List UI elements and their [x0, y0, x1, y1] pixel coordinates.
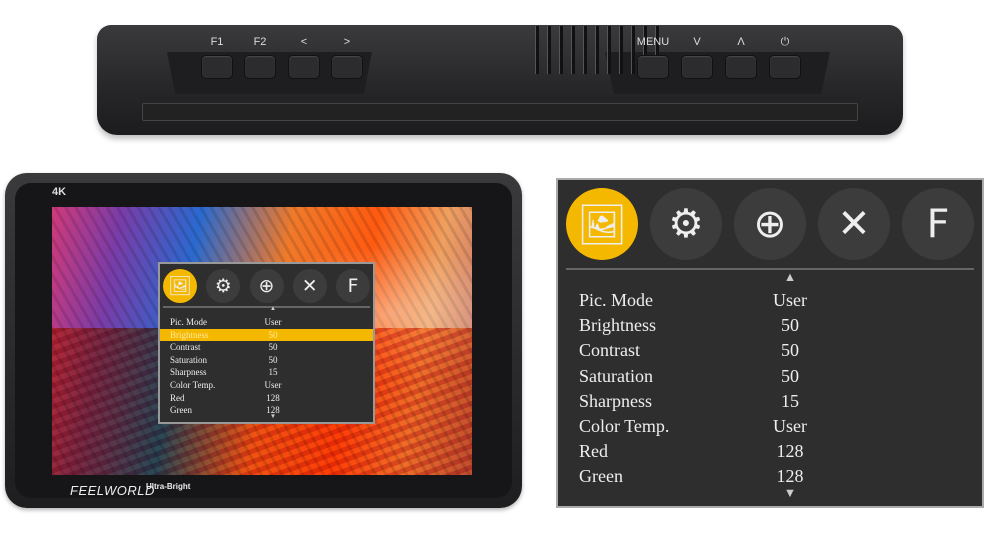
item-label: Contrast — [170, 342, 201, 353]
button-label: ⏻ — [780, 36, 790, 48]
menu-item[interactable]: Pic. Mode User — [160, 316, 373, 329]
button-label: MENU — [636, 36, 670, 48]
divider — [163, 306, 370, 308]
item-label: Green — [579, 466, 623, 487]
menu-item[interactable]: Contrast 50 — [558, 338, 982, 363]
hardware-button[interactable] — [725, 55, 757, 79]
menu-item[interactable]: Sharpness 15 — [160, 366, 373, 379]
menu-item[interactable]: Green 128 — [558, 464, 982, 489]
item-value: 50 — [268, 329, 278, 340]
item-label: Green — [170, 405, 192, 416]
item-value: 50 — [268, 354, 278, 365]
osd-menu-small: 🖼 ⚙ ⊕ ✕ F ▲ Pic. Mode User Brightness 50 Contrast 5… — [158, 262, 375, 424]
item-label: Brightness — [579, 315, 657, 336]
hardware-button[interactable] — [244, 55, 276, 79]
item-label: Brightness — [170, 329, 209, 340]
menu-item[interactable]: Saturation 50 — [160, 354, 373, 367]
hardware-button[interactable] — [769, 55, 801, 79]
item-label: Sharpness — [579, 390, 652, 411]
gears-icon[interactable]: ⚙ — [650, 188, 722, 260]
monitor-top-view: F1 F2 < > MENU V Λ ⏻ — [97, 25, 903, 135]
item-value: 50 — [268, 342, 278, 353]
zoom-icon[interactable]: ⊕ — [249, 269, 284, 303]
item-value: 15 — [268, 367, 278, 378]
button-label: F1 — [210, 36, 224, 48]
item-value: 50 — [781, 365, 799, 386]
button-label: F2 — [253, 36, 267, 48]
menu-item[interactable]: Saturation 50 — [558, 364, 982, 389]
item-label: Contrast — [579, 340, 640, 361]
function-icon[interactable]: F — [336, 269, 370, 303]
item-value: 128 — [266, 392, 280, 403]
brand-logo: FEELWORLD — [70, 483, 155, 498]
menu-item[interactable]: Color Temp. User — [558, 414, 982, 439]
tools-icon[interactable]: ✕ — [292, 269, 327, 303]
picture-icon[interactable]: 🖼 — [163, 269, 197, 303]
menu-item[interactable]: Red 128 — [558, 439, 982, 464]
menu-item[interactable]: Brightness 50 — [558, 313, 982, 338]
scroll-down-icon[interactable]: ▼ — [784, 486, 796, 501]
item-value: 50 — [781, 340, 799, 361]
button-label: V — [693, 36, 701, 48]
item-label: Color Temp. — [170, 380, 216, 390]
hardware-button[interactable] — [681, 55, 713, 79]
item-label: Saturation — [579, 365, 653, 386]
item-value: 128 — [776, 441, 804, 462]
button-label: Λ — [737, 36, 745, 48]
gears-icon[interactable]: ⚙ — [206, 269, 241, 303]
scroll-down-icon[interactable]: ▼ — [270, 413, 276, 420]
hardware-button[interactable] — [201, 55, 233, 79]
button-label: < — [300, 36, 308, 48]
hardware-button[interactable] — [288, 55, 320, 79]
item-value: User — [264, 317, 282, 327]
menu-item[interactable]: Pic. Mode User — [558, 288, 982, 313]
scroll-up-icon[interactable]: ▲ — [784, 270, 796, 285]
menu-item[interactable]: Green 128 — [160, 404, 373, 417]
menu-item[interactable]: Sharpness 15 — [558, 389, 982, 414]
osd-menu-large: 🖼 ⚙ ⊕ ✕ F ▲ Pic. Mode User Brightness 50 Contrast 5… — [556, 178, 984, 508]
bottom-lip — [142, 103, 858, 121]
item-value: 50 — [781, 315, 799, 336]
function-icon[interactable]: F — [902, 188, 974, 260]
item-value: User — [264, 380, 282, 390]
item-label: Color Temp. — [579, 416, 670, 436]
button-label: > — [343, 36, 351, 48]
item-label: Pic. Mode — [579, 290, 653, 310]
zoom-icon[interactable]: ⊕ — [734, 188, 806, 260]
menu-item[interactable]: Brightness 50 — [160, 328, 373, 342]
hardware-button[interactable] — [331, 55, 363, 79]
menu-item[interactable]: Red 128 — [160, 392, 373, 405]
item-label: Pic. Mode — [170, 317, 207, 327]
menu-item[interactable]: Color Temp. User — [160, 379, 373, 392]
scroll-up-icon[interactable]: ▲ — [270, 305, 276, 312]
item-label: Sharpness — [170, 367, 207, 378]
tools-icon[interactable]: ✕ — [818, 188, 890, 260]
item-value: User — [773, 416, 807, 436]
item-label: Saturation — [170, 354, 207, 365]
picture-icon[interactable]: 🖼 — [566, 188, 638, 260]
item-label: Red — [170, 392, 185, 403]
menu-item[interactable]: Contrast 50 — [160, 341, 373, 354]
item-value: User — [773, 290, 807, 310]
4k-label: 4K — [52, 186, 67, 198]
item-value: 15 — [781, 390, 799, 411]
tagline: Ultra-Bright — [146, 482, 191, 491]
hardware-button[interactable] — [637, 55, 669, 79]
item-label: Red — [579, 441, 608, 462]
divider — [566, 268, 974, 270]
